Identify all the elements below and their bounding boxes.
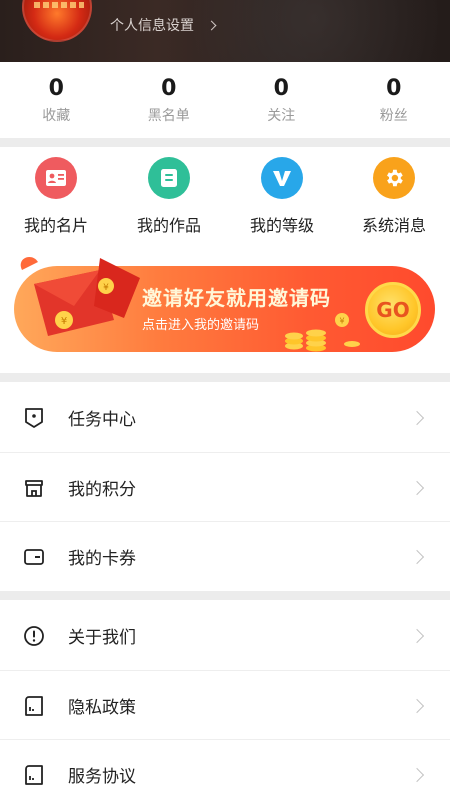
action-label: 我的名片 (23, 216, 88, 235)
menu-label: 关于我们 (68, 628, 136, 648)
gear-icon (373, 157, 415, 199)
menu-item-my-points[interactable]: 我的积分 (0, 453, 450, 522)
stat-fans[interactable]: 0 粉丝 (338, 62, 450, 138)
stat-label: 黑名单 (147, 108, 190, 124)
stat-label: 粉丝 (379, 108, 408, 124)
red-envelope-illustration: ¥ ¥ (20, 256, 140, 336)
chevron-right-icon (409, 767, 425, 782)
menu-label: 任务中心 (68, 410, 136, 430)
chevron-right-icon (409, 410, 425, 425)
avatar[interactable] (22, 0, 92, 42)
svg-text:¥: ¥ (103, 283, 109, 293)
action-works[interactable]: 我的作品 (114, 157, 224, 236)
action-business-card[interactable]: 我的名片 (1, 157, 111, 236)
coins-illustration: ¥ (285, 313, 360, 352)
action-level[interactable]: 我的等级 (227, 157, 337, 236)
action-label: 我的作品 (136, 216, 201, 235)
stat-value: 0 (273, 76, 289, 101)
invite-banner[interactable]: ¥ ¥ 邀请好友就用邀请码 点击进入我的邀请码 ¥ GO (14, 256, 435, 352)
chevron-right-icon (409, 698, 425, 713)
menu-item-my-coupons[interactable]: 我的卡券 (0, 522, 450, 591)
section-divider (0, 373, 450, 382)
section-divider (0, 591, 450, 600)
stat-value: 0 (386, 76, 402, 101)
menu-item-task-center[interactable]: 任务中心 (0, 383, 450, 452)
menu-label: 我的积分 (68, 480, 136, 500)
profile-settings-link[interactable]: 个人信息设置 (110, 14, 217, 36)
menu-item-service-agreement[interactable]: 服务协议 (0, 740, 450, 800)
profile-header: 个人信息设置 (0, 0, 450, 62)
chevron-right-icon (409, 628, 425, 643)
action-label: 我的等级 (249, 216, 314, 235)
stat-value: 0 (161, 76, 177, 101)
chevron-right-icon (409, 480, 425, 495)
banner-subtitle: 点击进入我的邀请码 (142, 318, 260, 333)
menu-item-about-us[interactable]: 关于我们 (0, 601, 450, 670)
wallet-card-icon (24, 548, 44, 565)
level-v-icon (261, 157, 303, 199)
stat-label: 收藏 (42, 108, 71, 124)
chevron-right-icon (206, 20, 217, 30)
profile-settings-label: 个人信息设置 (110, 18, 194, 34)
stat-blacklist[interactable]: 0 黑名单 (113, 62, 226, 138)
menu-label: 服务协议 (68, 767, 136, 787)
privacy-doc-icon (25, 695, 43, 716)
action-label: 系统消息 (361, 216, 426, 235)
business-card-icon (35, 157, 77, 199)
section-divider (0, 138, 450, 147)
stat-favorites[interactable]: 0 收藏 (0, 62, 113, 138)
chevron-right-icon (409, 549, 425, 564)
menu-label: 我的卡券 (68, 549, 136, 569)
stat-label: 关注 (267, 108, 296, 124)
quick-actions: 我的名片 我的作品 我的等级 系统消息 (0, 147, 450, 247)
menu-item-privacy-policy[interactable]: 隐私政策 (0, 671, 450, 740)
svg-text:¥: ¥ (339, 317, 344, 326)
go-button[interactable]: GO (365, 282, 421, 338)
stat-value: 0 (48, 76, 64, 101)
stats-bar: 0 收藏 0 黑名单 0 关注 0 粉丝 (0, 62, 450, 138)
info-icon (24, 625, 44, 646)
points-store-icon (25, 479, 43, 497)
svg-text:¥: ¥ (61, 316, 67, 327)
stat-following[interactable]: 0 关注 (225, 62, 338, 138)
task-icon (25, 407, 43, 428)
agreement-doc-icon (25, 764, 43, 785)
action-system-messages[interactable]: 系统消息 (339, 157, 449, 236)
menu-label: 隐私政策 (68, 698, 136, 718)
works-icon (148, 157, 190, 199)
